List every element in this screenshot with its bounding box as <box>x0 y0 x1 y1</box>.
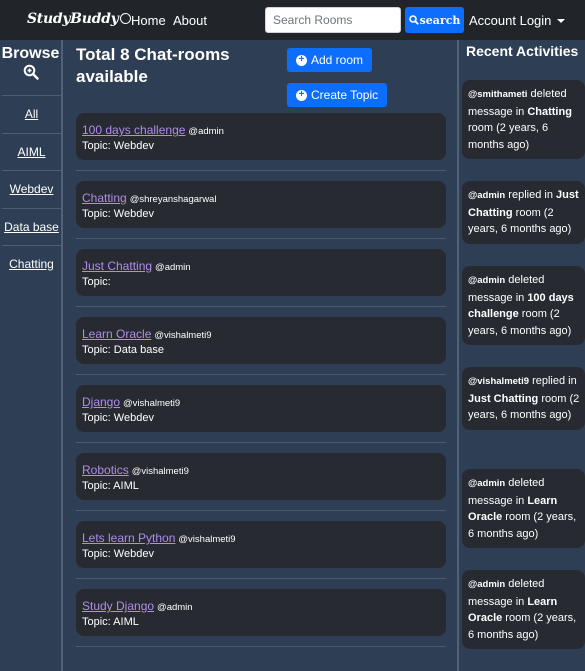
add-room-button[interactable]: + Add room <box>287 48 373 72</box>
search-icon <box>408 15 419 25</box>
room-topic: Topic: <box>82 276 111 288</box>
activity-user[interactable]: @vishalmeti9 <box>468 376 529 387</box>
room-name-link[interactable]: 100 days challenge <box>82 123 185 137</box>
topic-item-aiml[interactable]: AIML <box>2 133 61 169</box>
plus-circle-icon: + <box>296 54 307 66</box>
activity-user[interactable]: @admin <box>468 579 505 590</box>
divider <box>76 238 446 239</box>
search-button-label: search <box>419 13 461 27</box>
topic-item-webdev[interactable]: Webdev <box>2 170 61 206</box>
room-name-link[interactable]: Django <box>82 395 120 409</box>
room-host[interactable]: @vishalmeti9 <box>132 466 189 477</box>
room-card: 100 days challenge @admin Topic: Webdev <box>76 113 446 160</box>
add-room-label: Add room <box>311 53 364 67</box>
room-name-link[interactable]: Learn Oracle <box>82 327 151 341</box>
browse-title: Browse <box>1 45 60 62</box>
search-input[interactable] <box>265 7 401 33</box>
activity-user[interactable]: @admin <box>468 275 505 286</box>
activity-user[interactable]: @smithameti <box>468 89 527 100</box>
nav-about-link[interactable]: About <box>173 13 207 28</box>
room-host[interactable]: @admin <box>188 126 224 137</box>
plus-circle-icon: + <box>296 89 307 101</box>
page-title: Total 8 Chat-rooms available <box>76 45 230 86</box>
room-name-link[interactable]: Chatting <box>82 191 127 205</box>
room-topic: Topic: Webdev <box>82 208 154 220</box>
brand-icon <box>120 13 132 24</box>
room-topic: Topic: Data base <box>82 344 164 356</box>
activity-card: @smithameti deleted message in Chatting … <box>462 80 585 159</box>
brand-name[interactable]: StudyBuddy <box>27 11 119 27</box>
activity-action: replied in <box>529 375 577 387</box>
room-card: Chatting @shreyanshagarwal Topic: Webdev <box>76 181 446 228</box>
room-card: Learn Oracle @vishalmeti9 Topic: Data bas… <box>76 317 446 364</box>
topic-item-database[interactable]: Data base <box>2 208 61 244</box>
divider <box>76 306 446 307</box>
room-name-link[interactable]: Just Chatting <box>82 259 152 273</box>
navbar: StudyBuddy Home About search Account Log… <box>0 0 585 40</box>
divider <box>76 578 446 579</box>
activity-room[interactable]: Just Chatting <box>468 393 538 405</box>
magnifier-zoom-icon <box>23 64 39 80</box>
room-topic: Topic: Webdev <box>82 548 154 560</box>
activity-time: room (2 years, 6 months ago) <box>468 122 549 151</box>
room-host[interactable]: @vishalmeti9 <box>178 534 235 545</box>
topic-link[interactable]: Data base <box>4 220 59 234</box>
create-topic-label: Create Topic <box>311 88 379 102</box>
room-card: Study Django @admin Topic: AIML <box>76 589 446 636</box>
room-topic: Topic: Webdev <box>82 412 154 424</box>
activity-card: @vishalmeti9 replied in Just Chatting ro… <box>462 367 585 430</box>
recent-activities-panel: Recent Activities @smithameti deleted me… <box>457 40 585 671</box>
room-host[interactable]: @shreyanshagarwal <box>130 194 217 205</box>
topic-item-all[interactable]: All <box>2 95 61 131</box>
account-login-label: Account Login <box>469 13 552 28</box>
activity-action: replied in <box>505 189 557 201</box>
brand-logo[interactable]: StudyBuddy <box>27 11 132 27</box>
browse-header: Browse <box>0 40 61 94</box>
room-host[interactable]: @vishalmeti9 <box>123 398 180 409</box>
activity-user[interactable]: @admin <box>468 190 505 201</box>
search-button[interactable]: search <box>405 7 464 33</box>
room-name-link[interactable]: Robotics <box>82 463 129 477</box>
nav-home-link[interactable]: Home <box>131 13 166 28</box>
activity-card: @admin replied in Just Chatting room (2 … <box>462 181 585 244</box>
topic-item-chatting[interactable]: Chatting <box>2 245 61 281</box>
room-card: Just Chatting @admin Topic: <box>76 249 446 296</box>
topic-link[interactable]: AIML <box>17 145 45 159</box>
divider <box>76 374 446 375</box>
activity-room[interactable]: Chatting <box>527 106 572 118</box>
room-host[interactable]: @vishalmeti9 <box>154 330 211 341</box>
room-host[interactable]: @admin <box>157 602 193 613</box>
divider <box>76 646 446 647</box>
account-login-dropdown[interactable]: Account Login <box>469 13 566 28</box>
room-topic: Topic: Webdev <box>82 140 154 152</box>
activity-card: @admin deleted message in Learn Oracle r… <box>462 469 585 548</box>
activity-card: @admin deleted message in 100 days chall… <box>462 266 585 345</box>
room-topic: Topic: AIML <box>82 616 139 628</box>
room-card: Django @vishalmeti9 Topic: Webdev <box>76 385 446 432</box>
room-card: Lets learn Python @vishalmeti9 Topic: Web… <box>76 521 446 568</box>
topic-link[interactable]: All <box>25 107 38 121</box>
room-name-link[interactable]: Lets learn Python <box>82 531 175 545</box>
room-host[interactable]: @admin <box>155 262 191 273</box>
room-card: Robotics @vishalmeti9 Topic: AIML <box>76 453 446 500</box>
create-topic-button[interactable]: + Create Topic <box>287 83 388 107</box>
room-name-link[interactable]: Study Django <box>82 599 154 613</box>
divider <box>76 442 446 443</box>
recent-activities-title: Recent Activities <box>466 43 579 59</box>
room-topic: Topic: AIML <box>82 480 139 492</box>
divider <box>76 510 446 511</box>
activity-card: @admin deleted message in Learn Oracle r… <box>462 570 585 649</box>
caret-down-icon <box>557 19 566 23</box>
activity-user[interactable]: @admin <box>468 478 505 489</box>
topic-link[interactable]: Webdev <box>10 182 54 196</box>
topic-link[interactable]: Chatting <box>9 257 54 271</box>
divider <box>76 170 446 171</box>
browse-sidebar: Browse All AIML Webdev Data base Chattin… <box>0 40 63 671</box>
